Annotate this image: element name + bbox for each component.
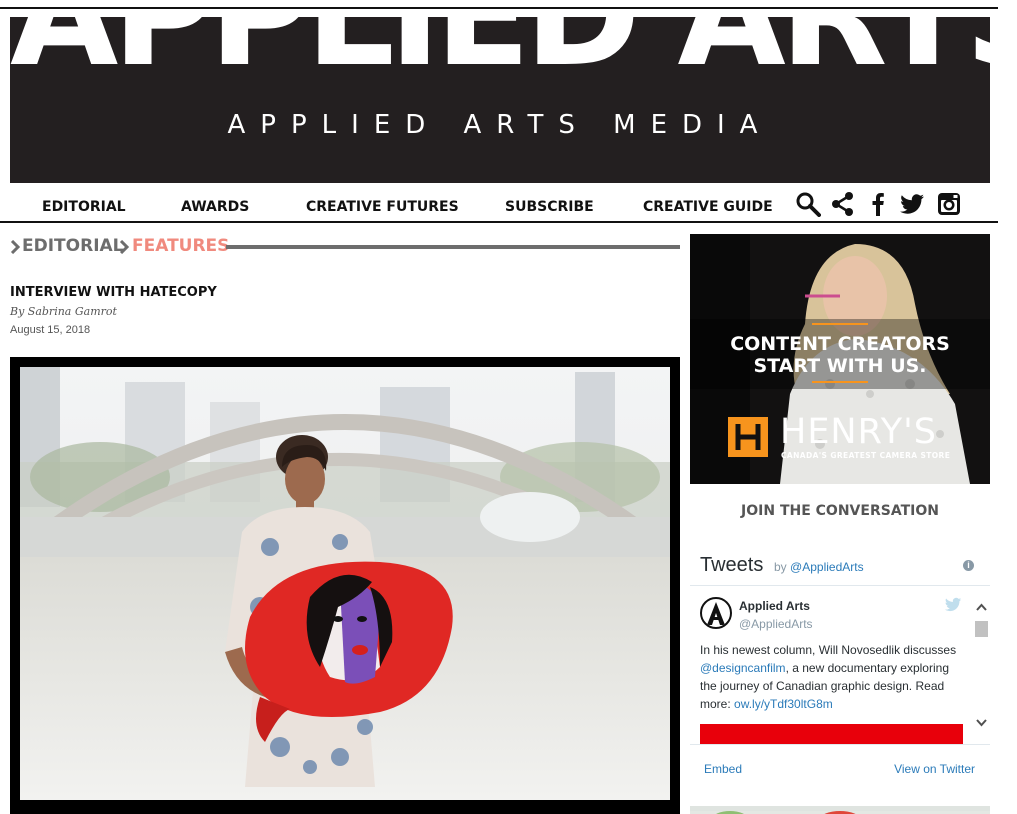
scrollbar-thumb[interactable]: [975, 621, 988, 637]
ad-headline: CONTENT CREATORS START WITH US.: [690, 333, 990, 377]
main-nav: EDITORIAL AWARDS CREATIVE FUTURES SUBSCR…: [0, 183, 998, 223]
nav-item-subscribe[interactable]: SUBSCRIBE: [505, 199, 594, 215]
article-hero-frame: [10, 357, 680, 814]
article-hero-image: [20, 367, 670, 800]
henrys-ad[interactable]: CONTENT CREATORS START WITH US. HENRY'S …: [690, 234, 990, 484]
twitter-widget-footer: Embed View on Twitter: [690, 746, 990, 790]
twitter-widget-header: Tweets by @AppliedArts i: [690, 540, 990, 586]
twitter-by-handle-link[interactable]: @AppliedArts: [790, 560, 864, 574]
breadcrumb-rule: [226, 245, 680, 249]
top-rule: [0, 7, 998, 9]
twitter-timeline-widget: Tweets by @AppliedArts i Applied Arts @A…: [690, 540, 990, 790]
tweet-list: Applied Arts @AppliedArts In his newest …: [690, 587, 990, 745]
breadcrumb: EDITORIAL FEATURES: [10, 236, 680, 260]
avatar[interactable]: [700, 597, 732, 629]
bottom-sidebar-ad[interactable]: [690, 806, 990, 814]
tweet-mention-link[interactable]: @designcanfilm: [700, 661, 786, 675]
tweet-media-preview[interactable]: [700, 724, 963, 744]
tweet-list-scrollbar[interactable]: [973, 587, 990, 744]
embed-link[interactable]: Embed: [704, 762, 742, 776]
instagram-icon[interactable]: [936, 191, 962, 217]
twitter-by-prefix: by: [774, 560, 787, 574]
article-title: INTERVIEW WITH HATECOPY: [10, 285, 217, 300]
breadcrumb-editorial[interactable]: EDITORIAL: [22, 236, 124, 256]
ad-brand: HENRY'S: [780, 412, 937, 452]
breadcrumb-features[interactable]: FEATURES: [132, 236, 229, 256]
ad-headline-line-2: START WITH US.: [753, 355, 927, 377]
search-icon[interactable]: [795, 191, 821, 217]
applied-arts-avatar-icon: [707, 602, 725, 625]
scroll-down-icon[interactable]: [976, 719, 987, 727]
facebook-icon[interactable]: [866, 191, 892, 217]
tweet-author-name[interactable]: Applied Arts: [739, 599, 810, 613]
view-on-twitter-link[interactable]: View on Twitter: [894, 762, 975, 776]
nav-item-editorial[interactable]: EDITORIAL: [42, 199, 126, 215]
scroll-up-icon[interactable]: [976, 603, 987, 611]
masthead-subtitle: APPLIED ARTS MEDIA: [227, 110, 773, 140]
nav-item-awards[interactable]: AWARDS: [181, 199, 249, 215]
tweet-text-part-1: In his newest column, Will Novosedlik di…: [700, 643, 957, 657]
tweet-url-link[interactable]: ow.ly/yTdf30ltG8m: [734, 697, 833, 711]
ad-headline-line-1: CONTENT CREATORS: [730, 333, 950, 355]
twitter-icon[interactable]: [899, 191, 925, 217]
chevron-right-icon: [10, 240, 20, 254]
twitter-bird-icon[interactable]: [944, 597, 962, 612]
masthead-logo[interactable]: APPLIED ARTS APPLIED ARTS MEDIA: [10, 17, 990, 183]
article-date: August 15, 2018: [10, 324, 91, 336]
join-conversation-heading: JOIN THE CONVERSATION: [741, 503, 939, 519]
tweet-author-handle[interactable]: @AppliedArts: [739, 617, 813, 631]
share-icon[interactable]: [830, 191, 856, 217]
tweet-text: In his newest column, Will Novosedlik di…: [700, 641, 965, 713]
nav-item-creative-futures[interactable]: CREATIVE FUTURES: [306, 199, 459, 215]
masthead-title: APPLIED ARTS: [10, 17, 990, 87]
info-icon[interactable]: i: [963, 560, 974, 571]
chevron-right-icon: [119, 240, 129, 254]
nav-item-creative-guide[interactable]: CREATIVE GUIDE: [643, 199, 773, 215]
ad-tagline: CANADA'S GREATEST CAMERA STORE: [781, 451, 951, 460]
article-byline: By Sabrina Gamrot: [10, 305, 117, 318]
twitter-widget-byline: by @AppliedArts: [774, 560, 864, 574]
twitter-widget-title: Tweets: [700, 554, 764, 576]
